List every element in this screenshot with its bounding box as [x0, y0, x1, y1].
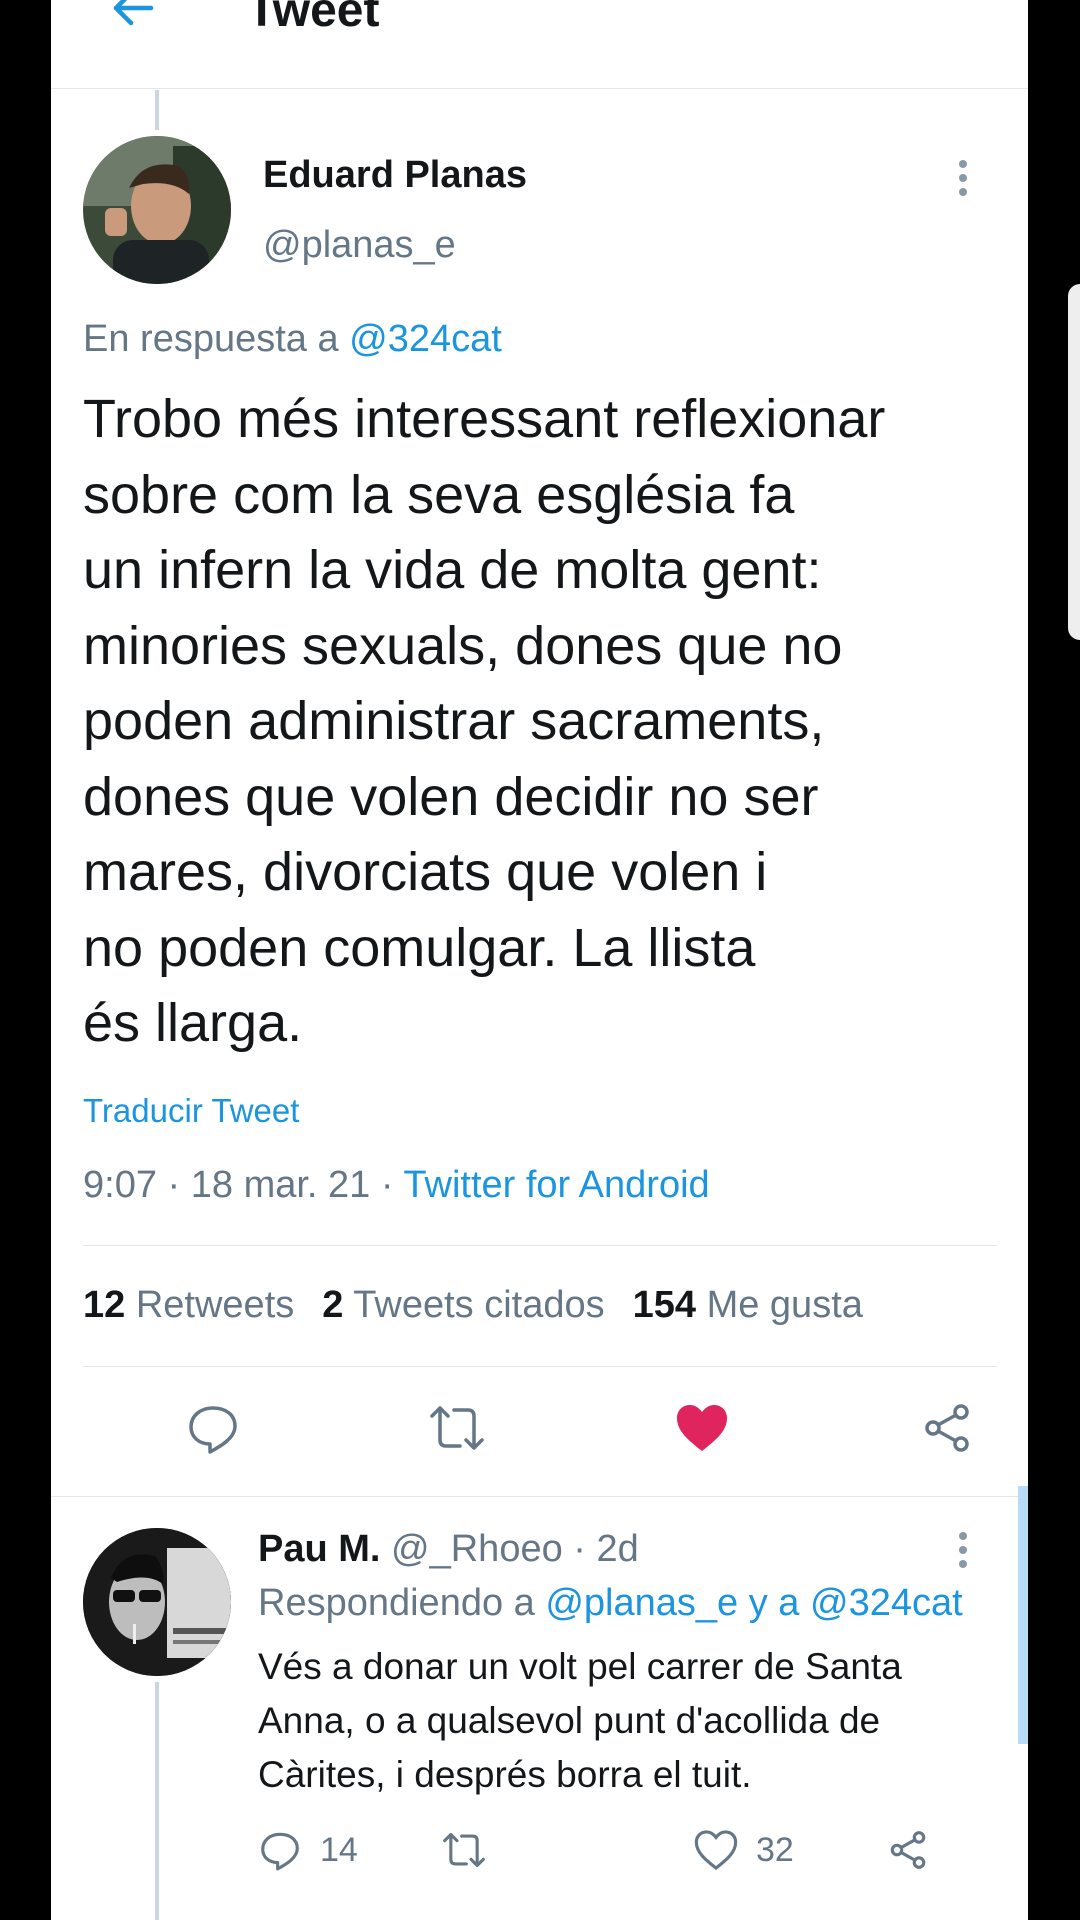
avatar[interactable]	[83, 1528, 231, 1676]
tweet-text-line: Trobo més interessant reflexionar	[83, 389, 886, 449]
author-name[interactable]: Eduard Planas	[263, 154, 527, 197]
share-icon	[925, 1404, 969, 1452]
reply-prefix: Respondiendo a	[258, 1582, 535, 1624]
like-button[interactable]	[662, 1388, 742, 1468]
reply-text-line: Vés a donar un volt pel carrer de Santa	[258, 1646, 902, 1687]
retweet-button[interactable]	[417, 1388, 497, 1468]
tweet-text-line: dones que volen decidir no ser	[83, 766, 819, 827]
divider	[83, 1245, 997, 1246]
retweets-stat[interactable]: 12 Retweets	[83, 1284, 294, 1326]
reply-author-name[interactable]: Pau M.	[258, 1528, 380, 1570]
tweet-text-line: minories sexuals, dones que no	[83, 615, 843, 676]
likes-count: 154	[632, 1284, 697, 1326]
reply-button[interactable]	[173, 1388, 253, 1468]
more-options-button[interactable]	[951, 158, 975, 203]
reply-text-line: Càrites, i després borra el tuit.	[258, 1754, 752, 1795]
profile-photo-icon	[83, 1528, 231, 1676]
separator-dot: ·	[167, 1164, 181, 1206]
reply-author-handle[interactable]: @_Rhoeo	[391, 1528, 563, 1570]
divider	[51, 1496, 1028, 1497]
avatar[interactable]	[83, 136, 231, 284]
back-arrow-icon	[113, 0, 154, 26]
likes-label: Me gusta	[706, 1284, 863, 1326]
reply-mention-link[interactable]: @planas_e	[545, 1582, 738, 1624]
like-button[interactable]: 32	[694, 1822, 794, 1878]
reply-mention-link[interactable]: @324cat	[349, 318, 502, 360]
back-button[interactable]	[103, 0, 163, 38]
reply-header: Pau M. @_Rhoeo · 2d	[258, 1528, 639, 1571]
tweet-time: 9:07	[83, 1164, 157, 1206]
reply-mention-link[interactable]: @324cat	[810, 1582, 963, 1624]
translate-tweet-link[interactable]: Traducir Tweet	[83, 1092, 299, 1130]
more-vertical-icon	[959, 1532, 967, 1568]
retweets-label: Retweets	[135, 1284, 295, 1326]
reply-age: 2d	[596, 1528, 639, 1570]
share-icon	[890, 1831, 926, 1869]
quotes-label: Tweets citados	[353, 1284, 605, 1326]
profile-photo-icon	[83, 136, 231, 284]
reply-action-bar: 14 32	[258, 1822, 998, 1878]
retweets-count: 12	[83, 1284, 126, 1326]
reply-count: 14	[320, 1830, 358, 1869]
engagement-stats: 12 Retweets 2 Tweets citados 154 Me gusta	[83, 1284, 863, 1327]
retweet-icon	[443, 1832, 485, 1868]
share-button[interactable]	[907, 1388, 987, 1468]
reply-icon	[261, 1832, 299, 1871]
thread-connector	[155, 90, 159, 130]
heart-icon	[694, 1830, 738, 1871]
reply-icon	[189, 1406, 237, 1454]
reply-conjunction: y a	[748, 1582, 800, 1624]
reply-context: Respondiendo a @planas_e y a @324cat	[258, 1582, 963, 1625]
reply-text: Vés a donar un volt pel carrer de Santa …	[258, 1640, 1018, 1802]
like-count: 32	[756, 1830, 794, 1869]
author-handle[interactable]: @planas_e	[263, 224, 456, 267]
reply-text-line: Anna, o a qualsevol punt d'acollida de	[258, 1700, 881, 1741]
retweet-button[interactable]	[440, 1822, 488, 1878]
separator-dot: ·	[380, 1164, 394, 1206]
divider	[83, 1366, 997, 1367]
tweet-text: Trobo més interessant reflexionar sobre …	[83, 382, 1003, 1062]
tweet-date: 18 mar. 21	[190, 1164, 371, 1206]
quotes-stat[interactable]: 2 Tweets citados	[322, 1284, 604, 1326]
heart-icon	[677, 1405, 727, 1451]
tweet-text-line: és llarga.	[83, 993, 303, 1053]
tweet-detail-screen: Tweet Eduard Planas @planas_e En respues…	[51, 0, 1028, 1920]
quotes-count: 2	[322, 1284, 344, 1326]
tweet-text-line: poden administrar sacraments,	[83, 691, 825, 751]
tweet-text-line: sobre com la seva església fa	[83, 464, 795, 525]
more-options-button[interactable]	[951, 1530, 975, 1575]
tweet-action-bar	[51, 1388, 1028, 1468]
client-link[interactable]: Twitter for Android	[403, 1164, 709, 1206]
retweet-icon	[430, 1406, 484, 1450]
page-title: Tweet	[247, 0, 380, 37]
likes-stat[interactable]: 154 Me gusta	[633, 1284, 863, 1326]
top-app-bar: Tweet	[51, 0, 1028, 89]
tweet-text-line: mares, divorciats que volen i	[83, 842, 768, 902]
tweet-metadata: 9:07 · 18 mar. 21 · Twitter for Android	[83, 1164, 710, 1207]
separator-dot: ·	[573, 1528, 586, 1570]
tweet-text-line: un infern la vida de molta gent:	[83, 540, 822, 600]
reply-button[interactable]: 14	[258, 1822, 358, 1878]
thread-connector	[155, 1682, 159, 1920]
more-vertical-icon	[959, 160, 967, 196]
reply-context: En respuesta a @324cat	[83, 318, 502, 361]
scrollbar-thumb[interactable]	[1018, 1486, 1028, 1744]
edge-panel-handle[interactable]	[1068, 284, 1080, 640]
tweet-text-line: no poden comulgar. La llista	[83, 917, 756, 978]
reply-prefix: En respuesta a	[83, 318, 339, 360]
share-button[interactable]	[886, 1822, 930, 1878]
